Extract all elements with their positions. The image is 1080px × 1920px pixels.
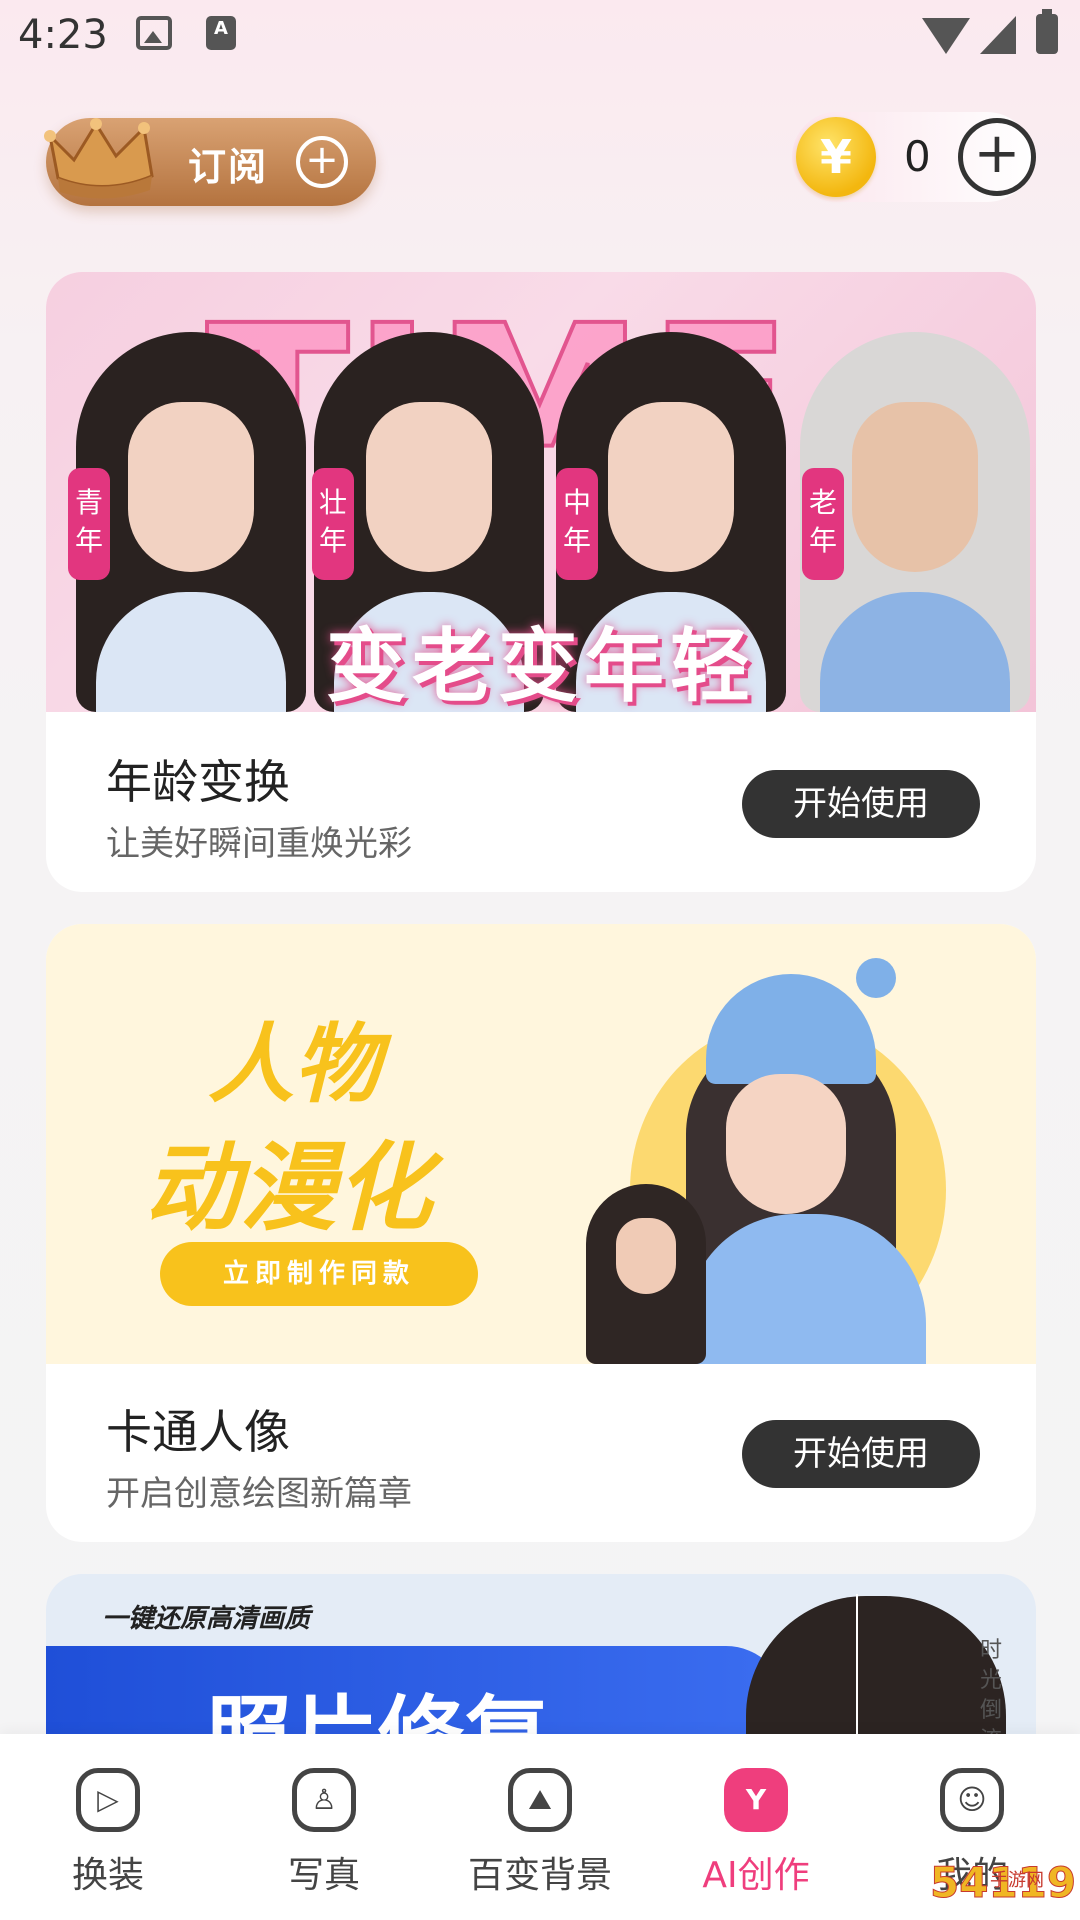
nav-label: 百变背景 [467,1855,612,1896]
card-title: 年龄变换 [106,755,290,809]
bottom-nav: ▷ 换装 ♙ 写真 ⛰ 百变背景 Y AI创作 ☺ 我的 [0,1734,1080,1920]
profile-icon: ☺ [940,1768,1004,1832]
nav-label: 写真 [287,1855,360,1896]
nav-label: AI创作 [702,1855,810,1896]
age-tag: 中 年 [556,468,598,580]
banner-line1: 人物 [208,1015,380,1115]
battery-icon [1036,9,1058,54]
hat-shape [706,958,896,1084]
dress-icon: ♙ [292,1768,356,1832]
coin-count: 0 [904,132,931,181]
wifi-icon [922,18,970,54]
age-transform-banner[interactable]: TIME 青 年 壮 年 中 年 老 年 变老变年轻 [46,272,1036,713]
cartoon-face [726,1074,846,1214]
plus-icon: + [296,136,348,188]
signal-icon [980,16,1016,54]
card-subtitle: 让美好瞬间重焕光彩 [106,824,412,864]
start-button[interactable]: 开始使用 [742,770,980,838]
banner-line2: 动漫化 [144,1132,432,1244]
crown-icon [44,118,154,199]
card-title: 卡通人像 [106,1405,290,1459]
subscribe-label: 订阅 [188,145,269,189]
ai-create-icon: Y [724,1768,788,1832]
make-same-button[interactable]: 立即制作同款 [160,1242,478,1306]
add-coins-button[interactable]: + [958,118,1036,196]
cartoon-portrait-card[interactable]: 人物 动漫化 立即制作同款 卡通人像 开启创意绘图新篇章 开始使用 [46,924,1036,1542]
banner-caption: 一键还原高清画质 [102,1604,311,1634]
age-tag: 青 年 [68,468,110,580]
status-time: 4:23 [18,12,108,58]
coin-icon: ¥ [796,117,876,197]
nav-label: 换装 [71,1855,144,1896]
nav-item-dress-up[interactable]: ▷ 换装 [28,1768,188,1898]
age-transform-card[interactable]: TIME 青 年 壮 年 中 年 老 年 变老变年轻 年龄变换 让美好瞬间重焕光… [46,272,1036,892]
start-button[interactable]: 开始使用 [742,1420,980,1488]
banner-slogan: 变老变年轻 [326,620,756,713]
nav-item-backgrounds[interactable]: ⛰ 百变背景 [460,1768,620,1898]
original-photo-thumbnail [586,1184,706,1364]
cartoon-banner[interactable]: 人物 动漫化 立即制作同款 [46,924,1036,1364]
landscape-icon: ⛰ [508,1768,572,1832]
age-tag: 壮 年 [312,468,354,580]
watermark-sub: 手游网 [990,1870,1044,1891]
status-bar: 4:23 A [0,0,1080,72]
subscribe-button[interactable]: 订阅 + [44,118,376,206]
age-tag: 老 年 [802,468,844,580]
nav-item-portrait[interactable]: ♙ 写真 [244,1768,404,1898]
nav-item-ai-create[interactable]: Y AI创作 [676,1768,836,1898]
image-notification-icon [136,16,172,50]
card-subtitle: 开启创意绘图新篇章 [106,1474,412,1514]
a-notification-icon: A [206,16,236,50]
coin-balance: ¥ 0 + [792,112,1036,202]
play-icon: ▷ [76,1768,140,1832]
